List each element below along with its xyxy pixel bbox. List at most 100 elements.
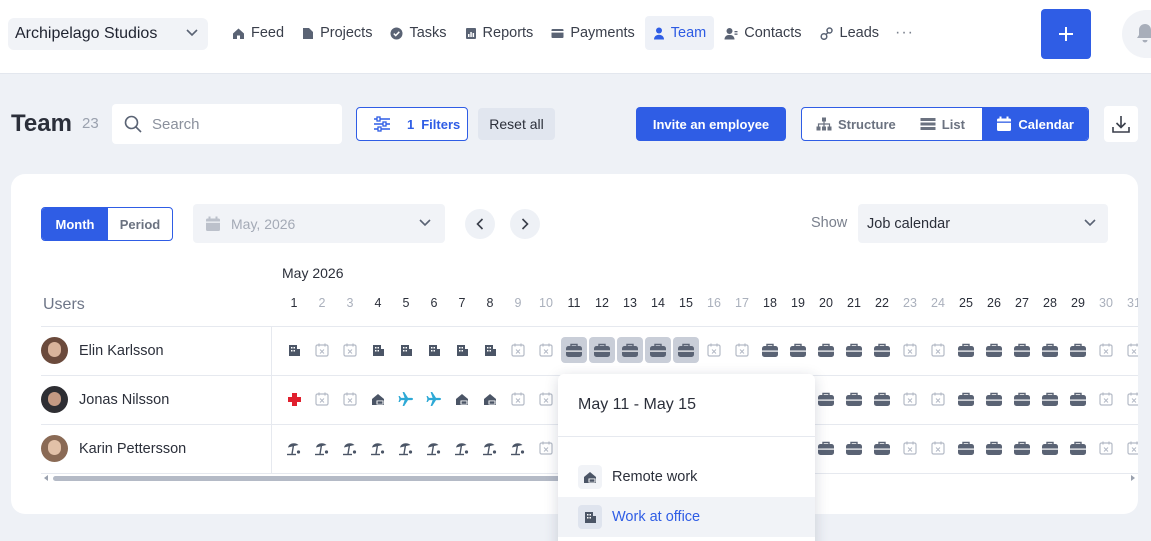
day-cell[interactable]: [423, 339, 445, 361]
nav-item-team[interactable]: Team: [644, 16, 715, 50]
day-cell[interactable]: [759, 339, 781, 361]
mode-period[interactable]: Period: [108, 208, 172, 240]
day-cell[interactable]: [1011, 388, 1033, 410]
day-cell[interactable]: [367, 339, 389, 361]
day-cell[interactable]: [339, 437, 361, 459]
nav-item-tasks[interactable]: Tasks: [382, 16, 454, 50]
show-select[interactable]: Job calendar: [858, 204, 1108, 243]
nav-item-reports[interactable]: Reports: [457, 16, 542, 50]
day-cell[interactable]: [451, 388, 473, 410]
user-row[interactable]: Elin Karlsson: [41, 326, 273, 375]
day-cell[interactable]: [535, 388, 557, 410]
day-cell[interactable]: [1011, 339, 1033, 361]
day-cell[interactable]: [927, 437, 949, 459]
day-cell[interactable]: [843, 437, 865, 459]
day-cell[interactable]: [927, 339, 949, 361]
day-cell[interactable]: [423, 388, 445, 410]
day-cell[interactable]: [1067, 339, 1089, 361]
day-cell[interactable]: [423, 437, 445, 459]
day-cell[interactable]: [1011, 437, 1033, 459]
day-cell[interactable]: [1123, 437, 1138, 459]
day-cell[interactable]: [451, 339, 473, 361]
view-structure[interactable]: Structure: [802, 108, 906, 140]
day-cell[interactable]: [311, 437, 333, 459]
day-cell[interactable]: [367, 388, 389, 410]
day-cell[interactable]: [815, 339, 837, 361]
day-cell[interactable]: [535, 437, 557, 459]
day-cell[interactable]: [1039, 437, 1061, 459]
day-cell[interactable]: [395, 388, 417, 410]
day-cell[interactable]: [983, 388, 1005, 410]
day-cell[interactable]: [843, 388, 865, 410]
reset-all-button[interactable]: Reset all: [478, 108, 555, 140]
nav-item-projects[interactable]: Projects: [294, 16, 380, 50]
day-cell[interactable]: [983, 437, 1005, 459]
popup-option-remote-work[interactable]: Remote work: [558, 457, 815, 497]
day-cell[interactable]: [283, 388, 305, 410]
view-list[interactable]: List: [906, 108, 975, 140]
day-cell[interactable]: [815, 388, 837, 410]
day-cell[interactable]: [1067, 388, 1089, 410]
day-cell[interactable]: [731, 339, 753, 361]
day-cell[interactable]: [1123, 388, 1138, 410]
day-cell[interactable]: [899, 388, 921, 410]
day-cell[interactable]: [479, 437, 501, 459]
day-cell[interactable]: [617, 337, 643, 363]
user-row[interactable]: Jonas Nilsson: [41, 375, 273, 424]
day-cell[interactable]: [283, 437, 305, 459]
day-cell[interactable]: [311, 388, 333, 410]
notifications-button[interactable]: [1122, 10, 1151, 58]
nav-item-contacts[interactable]: Contacts: [716, 16, 809, 50]
nav-item-feed[interactable]: Feed: [224, 16, 292, 50]
day-cell[interactable]: [1095, 339, 1117, 361]
day-cell[interactable]: [843, 339, 865, 361]
day-cell[interactable]: [899, 339, 921, 361]
filters-button[interactable]: 1 Filters: [356, 107, 468, 141]
day-cell[interactable]: [871, 388, 893, 410]
day-cell[interactable]: [507, 339, 529, 361]
day-cell[interactable]: [955, 339, 977, 361]
prev-month-button[interactable]: [465, 209, 495, 239]
day-cell[interactable]: [955, 437, 977, 459]
day-cell[interactable]: [1039, 388, 1061, 410]
day-cell[interactable]: [589, 337, 615, 363]
day-cell[interactable]: [1039, 339, 1061, 361]
day-cell[interactable]: [1095, 388, 1117, 410]
download-button[interactable]: [1104, 106, 1138, 142]
day-cell[interactable]: [1095, 437, 1117, 459]
mode-month[interactable]: Month: [42, 208, 108, 240]
day-cell[interactable]: [507, 437, 529, 459]
day-cell[interactable]: [871, 339, 893, 361]
day-cell[interactable]: [479, 339, 501, 361]
invite-employee-button[interactable]: Invite an employee: [636, 107, 786, 141]
nav-item-leads[interactable]: Leads: [812, 16, 888, 50]
day-cell[interactable]: [1123, 339, 1138, 361]
day-cell[interactable]: [507, 388, 529, 410]
day-cell[interactable]: [871, 437, 893, 459]
day-cell[interactable]: [983, 339, 1005, 361]
user-row[interactable]: Karin Pettersson: [41, 424, 273, 473]
day-cell[interactable]: [1067, 437, 1089, 459]
day-cell[interactable]: [899, 437, 921, 459]
day-cell[interactable]: [339, 339, 361, 361]
day-cell[interactable]: [451, 437, 473, 459]
day-cell[interactable]: [787, 339, 809, 361]
day-cell[interactable]: [673, 337, 699, 363]
search-box[interactable]: Search: [112, 104, 342, 144]
day-cell[interactable]: [395, 437, 417, 459]
day-cell[interactable]: [955, 388, 977, 410]
view-calendar[interactable]: Calendar: [982, 108, 1088, 140]
day-cell[interactable]: [395, 339, 417, 361]
popup-option-work-at-office[interactable]: Work at office: [558, 497, 815, 537]
company-switcher[interactable]: Archipelago Studios: [8, 18, 208, 50]
create-button[interactable]: [1041, 9, 1091, 59]
day-cell[interactable]: [311, 339, 333, 361]
day-cell[interactable]: [479, 388, 501, 410]
day-cell[interactable]: [561, 337, 587, 363]
day-cell[interactable]: [927, 388, 949, 410]
day-cell[interactable]: [283, 339, 305, 361]
month-picker[interactable]: May, 2026: [193, 204, 445, 243]
nav-item-payments[interactable]: Payments: [543, 16, 642, 50]
day-cell[interactable]: [815, 437, 837, 459]
next-month-button[interactable]: [510, 209, 540, 239]
